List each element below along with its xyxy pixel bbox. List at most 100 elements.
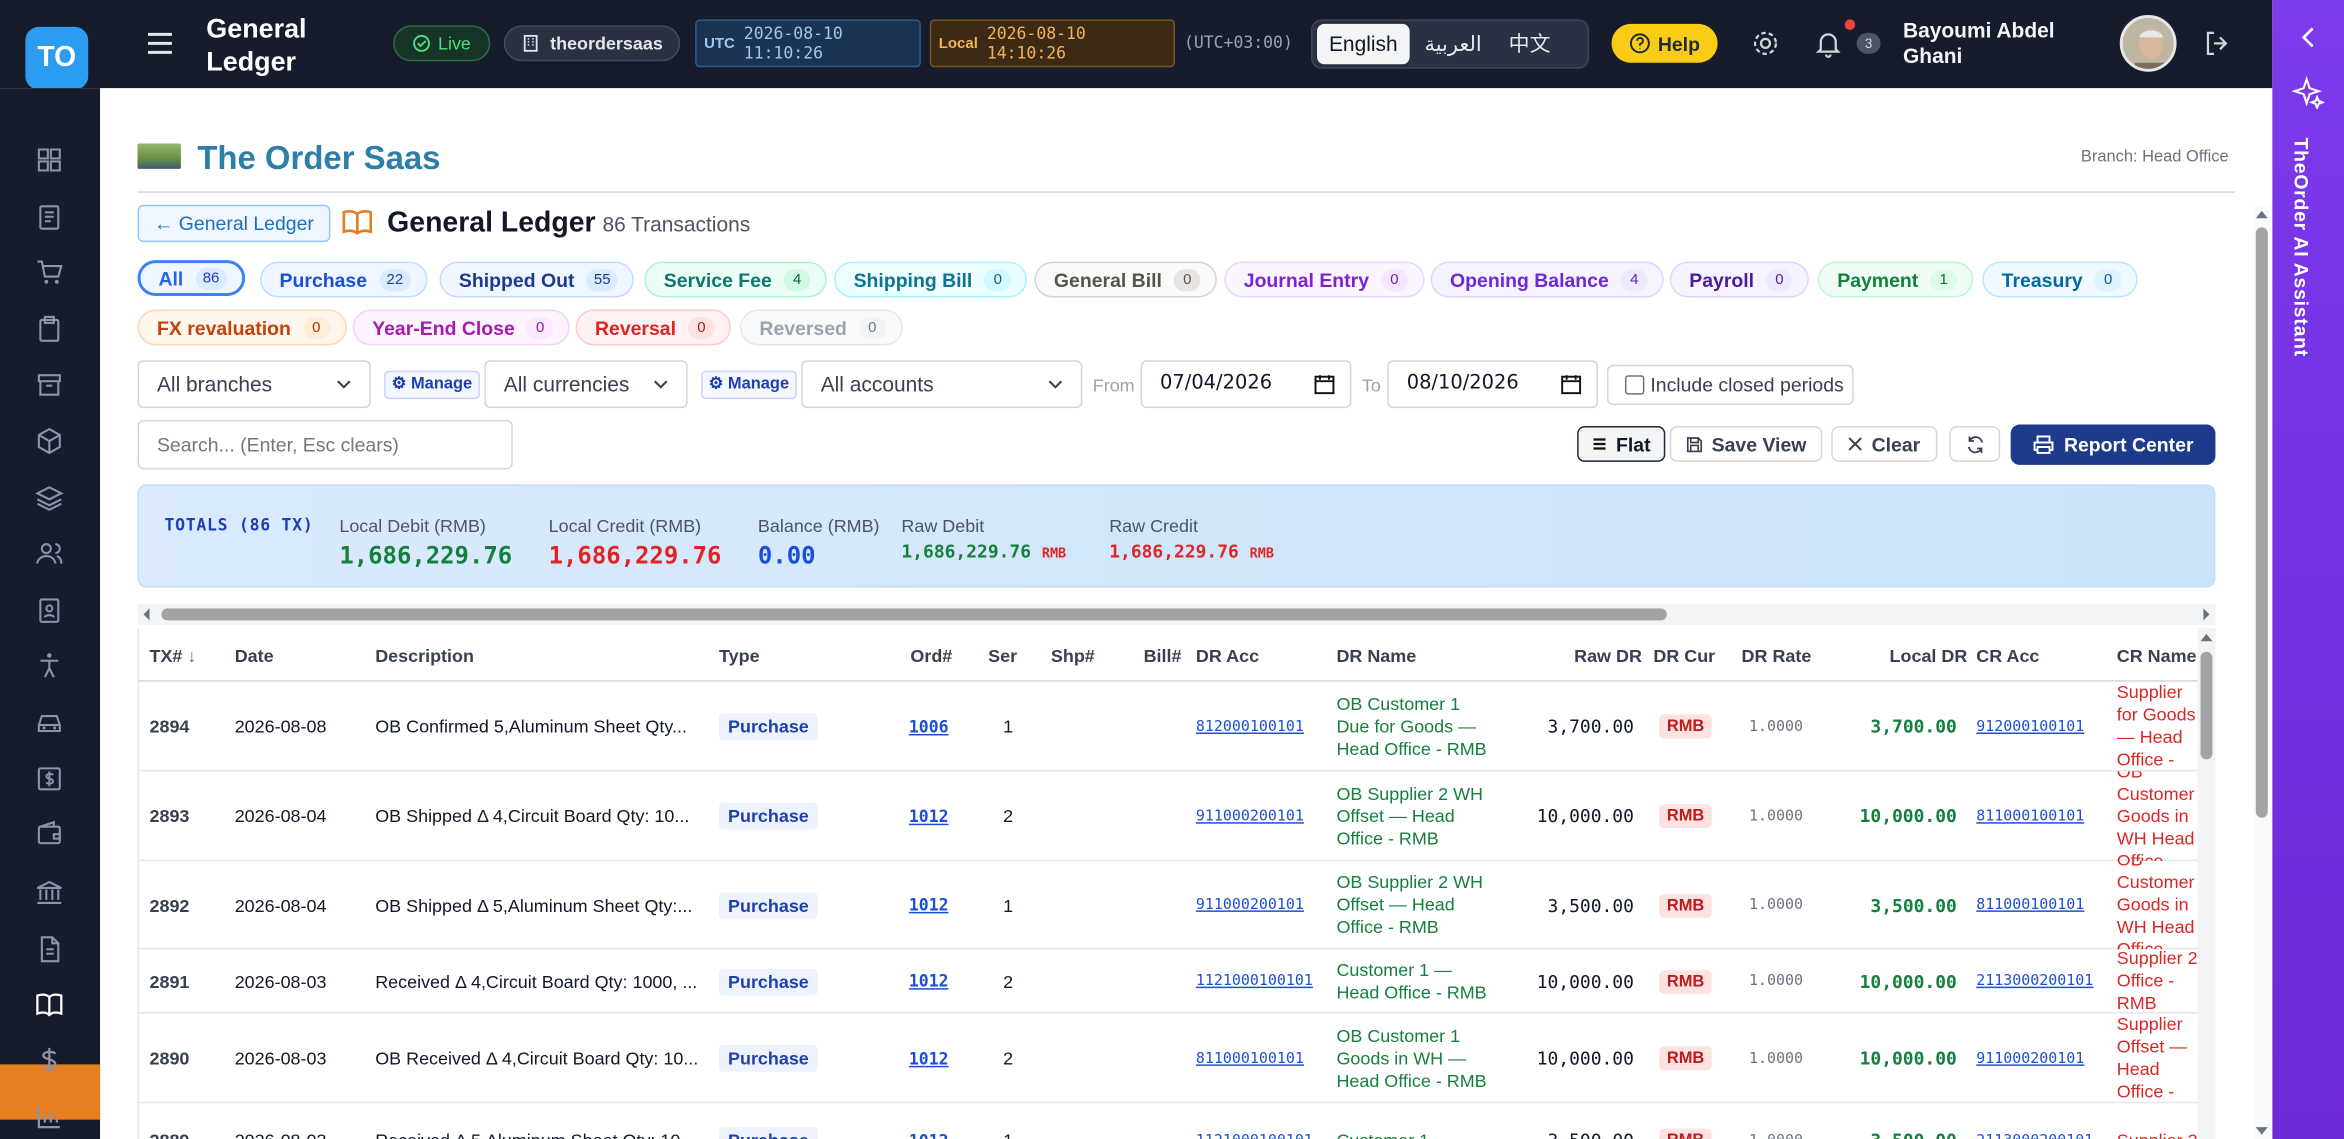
order-link-text[interactable]: 1006 — [909, 717, 949, 736]
col-order[interactable]: Ord# — [910, 646, 952, 667]
dr-account-link-text[interactable]: 911000200101 — [1196, 897, 1304, 913]
clear-button[interactable]: Clear — [1831, 426, 1937, 462]
col-type[interactable]: Type — [719, 646, 760, 667]
order-link-text[interactable]: 1012 — [909, 895, 949, 914]
chevron-left-icon[interactable] — [2299, 27, 2317, 48]
dr-account-link[interactable]: 911000200101 — [1196, 771, 1304, 861]
dr-account-link[interactable]: 812000100101 — [1196, 682, 1304, 772]
currency-select[interactable]: All currencies — [484, 360, 688, 409]
order-link-text[interactable]: 1012 — [909, 1049, 949, 1068]
calendar-icon[interactable] — [1561, 374, 1582, 395]
filter-service-fee[interactable]: Service Fee 4 — [644, 261, 828, 298]
horizontal-scrollbar[interactable] — [137, 603, 2216, 625]
order-link-text[interactable]: 1012 — [909, 806, 949, 825]
vertical-scrollbar[interactable] — [2197, 627, 2216, 1139]
filter-payroll[interactable]: Payroll 0 — [1669, 261, 1810, 298]
cr-account-link-text[interactable]: 2113000200101 — [1976, 973, 2093, 989]
filter-year-end-close[interactable]: Year-End Close 0 — [352, 309, 571, 346]
search-input[interactable] — [137, 420, 513, 470]
save-view-button[interactable]: Save View — [1669, 426, 1823, 462]
logout-icon[interactable] — [2202, 28, 2232, 58]
refresh-button[interactable] — [1949, 426, 2001, 462]
ledger-book-icon[interactable] — [34, 990, 64, 1020]
calendar-icon[interactable] — [1314, 374, 1335, 395]
table-row[interactable]: 2892 2026-08-04 OB Shipped Δ 5,Aluminum Sh… — [139, 861, 2198, 950]
wallet-icon[interactable] — [34, 819, 64, 849]
include-closed-periods-checkbox[interactable]: Include closed periods — [1607, 364, 1854, 406]
back-to-ledger-button[interactable]: ← General Ledger — [137, 204, 331, 243]
dollar-square-icon[interactable] — [34, 764, 64, 794]
archive-icon[interactable] — [34, 369, 64, 399]
dr-account-link-text[interactable]: 1121000100101 — [1196, 973, 1313, 989]
checkbox-box[interactable] — [1624, 375, 1645, 395]
order-link[interactable]: 1012 — [909, 1103, 949, 1139]
col-dr-cur[interactable]: DR Cur — [1653, 646, 1715, 667]
col-dr-name[interactable]: DR Name — [1336, 646, 1416, 667]
table-row[interactable]: 2893 2026-08-04 OB Shipped Δ 4,Circuit Boa… — [139, 771, 2198, 862]
order-link[interactable]: 1012 — [909, 771, 949, 861]
col-tx[interactable]: TX# ↓ — [149, 646, 196, 667]
filter-journal-entry[interactable]: Journal Entry 0 — [1224, 261, 1425, 298]
table-row[interactable]: 2890 2026-08-03 OB Received Δ 4,Circuit Bo… — [139, 1014, 2198, 1104]
menu-icon[interactable] — [145, 28, 175, 58]
report-center-button[interactable]: Report Center — [2010, 424, 2216, 465]
document-icon[interactable] — [34, 934, 64, 964]
order-link-text[interactable]: 1012 — [909, 1131, 949, 1139]
flat-view-button[interactable]: Flat — [1577, 426, 1666, 462]
col-description[interactable]: Description — [375, 646, 474, 667]
dollar-icon[interactable] — [34, 1045, 64, 1075]
bell-icon[interactable] — [1813, 28, 1843, 58]
dr-account-link-text[interactable]: 811000100101 — [1196, 1050, 1304, 1066]
table-row[interactable]: 2891 2026-08-03 Received Δ 4,Circuit Board… — [139, 949, 2198, 1014]
cr-account-link[interactable]: 811000100101 — [1976, 861, 2084, 949]
app-logo[interactable]: TO — [25, 26, 89, 90]
cr-account-link[interactable]: 912000100101 — [1976, 682, 2084, 772]
user-name[interactable]: Bayoumi Abdel Ghani — [1903, 18, 2082, 69]
order-link[interactable]: 1012 — [909, 949, 949, 1013]
layers-icon[interactable] — [34, 483, 64, 513]
cr-account-link-text[interactable]: 912000100101 — [1976, 718, 2084, 734]
filter-opening-balance[interactable]: Opening Balance 4 — [1430, 261, 1665, 298]
table-row[interactable]: 2894 2026-08-08 OB Confirmed 5,Aluminum Sh… — [139, 682, 2198, 772]
col-dr-acc[interactable]: DR Acc — [1196, 646, 1259, 667]
order-link-text[interactable]: 1012 — [909, 972, 949, 991]
cr-account-link-text[interactable]: 911000200101 — [1976, 1050, 2084, 1066]
col-dr-rate[interactable]: DR Rate — [1742, 646, 1812, 667]
cr-account-link-text[interactable]: 2113000200101 — [1976, 1132, 2093, 1139]
box-icon[interactable] — [34, 426, 64, 456]
col-ser[interactable]: Ser — [988, 646, 1017, 667]
filter-general-bill[interactable]: General Bill 0 — [1034, 261, 1218, 298]
help-button[interactable]: Help — [1611, 23, 1718, 63]
dr-account-link-text[interactable]: 911000200101 — [1196, 808, 1304, 824]
dr-account-link-text[interactable]: 812000100101 — [1196, 718, 1304, 734]
car-icon[interactable] — [34, 707, 64, 737]
to-date-input[interactable]: 08/10/2026 — [1387, 360, 1599, 409]
bank-icon[interactable] — [34, 878, 64, 908]
col-bill[interactable]: Bill# — [1144, 646, 1182, 667]
order-link[interactable]: 1012 — [909, 1014, 949, 1104]
bar-chart-icon[interactable] — [34, 1102, 64, 1132]
dr-account-link[interactable]: 811000100101 — [1196, 1014, 1304, 1104]
dr-account-link-text[interactable]: 1121000100101 — [1196, 1132, 1313, 1139]
branch-select[interactable]: All branches — [137, 360, 371, 409]
filter-fx-revaluation[interactable]: FX revaluation 0 — [137, 309, 347, 346]
orders-icon[interactable] — [34, 202, 64, 232]
manage-branches-button[interactable]: ⚙ Manage — [384, 370, 480, 400]
filter-payment[interactable]: Payment 1 — [1817, 261, 1974, 298]
filter-shipping-bill[interactable]: Shipping Bill 0 — [834, 261, 1028, 298]
filter-reversed[interactable]: Reversed 0 — [739, 309, 903, 346]
dr-account-link[interactable]: 1121000100101 — [1196, 1103, 1313, 1139]
clipboard-icon[interactable] — [34, 314, 64, 344]
filter-treasury[interactable]: Treasury 0 — [1982, 261, 2139, 298]
from-date-input[interactable]: 07/04/2026 — [1140, 360, 1352, 409]
users-icon[interactable] — [34, 538, 64, 568]
accessibility-icon[interactable] — [34, 650, 64, 680]
cr-account-link[interactable]: 2113000200101 — [1976, 949, 2093, 1013]
dr-account-link[interactable]: 911000200101 — [1196, 861, 1304, 949]
lang-chinese[interactable]: 中文 — [1497, 24, 1563, 64]
col-local-dr[interactable]: Local DR — [1890, 646, 1968, 667]
avatar[interactable] — [2119, 14, 2177, 72]
order-link[interactable]: 1006 — [909, 682, 949, 772]
manage-currencies-button[interactable]: ⚙ Manage — [701, 370, 797, 400]
col-cr-name[interactable]: CR Name — [2117, 646, 2197, 667]
